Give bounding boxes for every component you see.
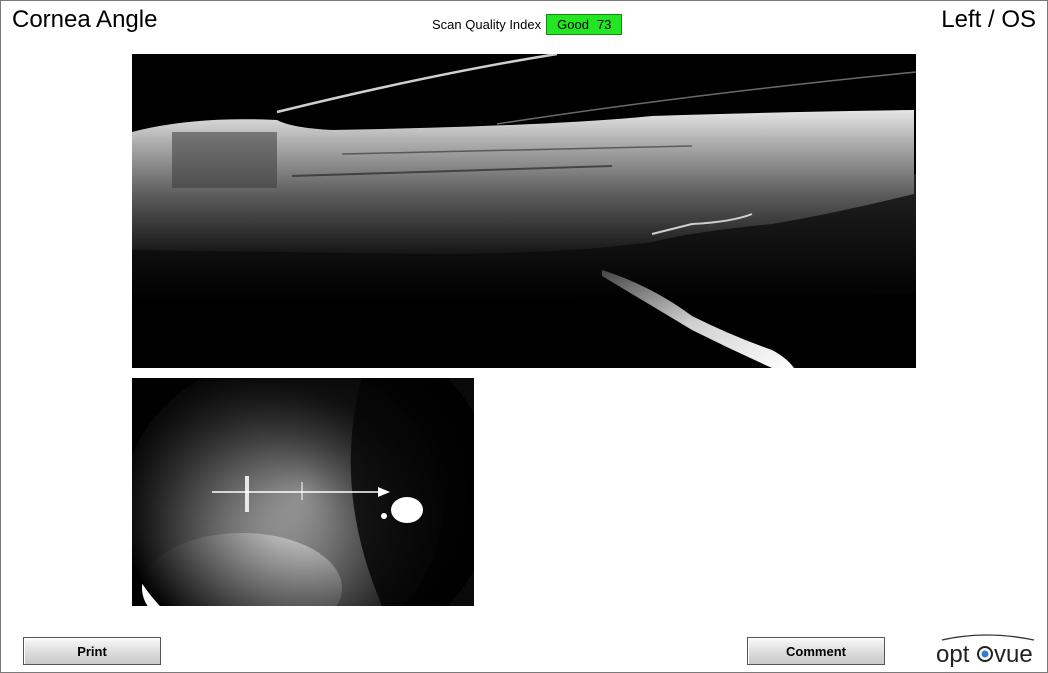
page-title: Cornea Angle	[12, 6, 158, 33]
scan-quality-badge: Good 73	[546, 14, 623, 35]
scan-quality-index: Scan Quality Index Good 73	[432, 14, 623, 35]
optovue-logo-graphic: opt vue	[936, 634, 1035, 668]
eye-label: Left / OS	[941, 6, 1036, 33]
scan-quality-label: Scan Quality Index	[432, 17, 542, 32]
oct-bscan-graphic	[132, 52, 917, 368]
svg-text:opt: opt	[936, 641, 970, 668]
print-button[interactable]: Print	[23, 637, 161, 665]
optovue-logo: opt vue	[934, 632, 1038, 668]
svg-text:vue: vue	[994, 641, 1033, 668]
scan-quality-value: 73	[596, 17, 612, 32]
iris-camera-image	[132, 378, 474, 606]
scan-quality-status: Good	[557, 17, 589, 32]
iris-camera-graphic	[132, 378, 474, 606]
oct-bscan-image	[132, 52, 917, 368]
comment-button[interactable]: Comment	[747, 637, 885, 665]
